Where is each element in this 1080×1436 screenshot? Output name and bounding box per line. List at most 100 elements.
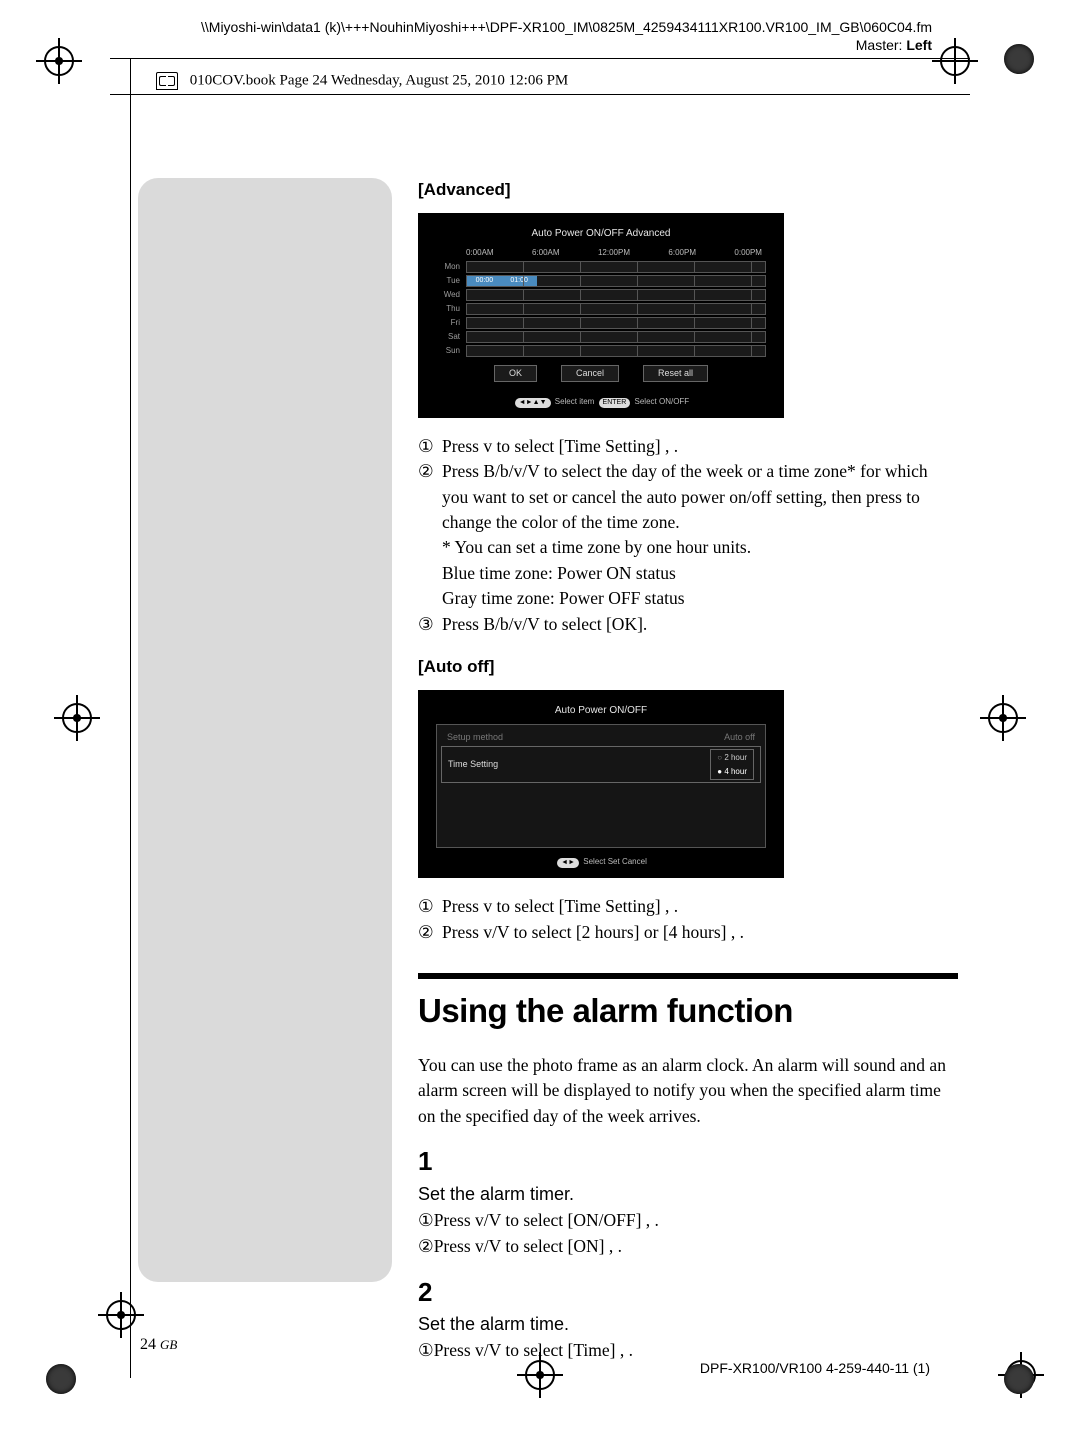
substep-text: Press v/V to select [ON/OFF] , . [434, 1210, 659, 1230]
advanced-screenshot: Auto Power ON/OFF Advanced 0:00AM 6:00AM… [418, 213, 784, 418]
row-label: Time Setting [448, 758, 498, 771]
time-label: 6:00AM [532, 247, 560, 259]
day-bar-mon [466, 261, 766, 273]
master-value: Left [906, 37, 932, 53]
step-text: Press v to select [Time Setting] , . [442, 434, 958, 459]
crop-dot-bottom-right [1004, 1364, 1034, 1394]
day-label: Fri [436, 317, 462, 329]
row-label: Setup method [447, 731, 503, 744]
crop-mark-mid-left [62, 703, 92, 733]
page-number-lang: GB [160, 1337, 177, 1352]
crop-mark-top-left [44, 46, 74, 76]
hint-text: Select ON/OFF [635, 397, 690, 406]
step-note: Gray time zone: Power OFF status [442, 586, 958, 611]
option-2hour[interactable]: 2 hour [717, 752, 747, 764]
time-label: 0:00AM [466, 247, 494, 259]
advanced-steps: ① Press v to select [Time Setting] , . ②… [418, 434, 958, 536]
book-info: 010COV.book Page 24 Wednesday, August 25… [156, 72, 568, 90]
hint-text: Select Set Cancel [583, 857, 647, 866]
day-label: Mon [436, 261, 462, 273]
day-label: Thu [436, 303, 462, 315]
day-bar-segment: 00:00 01:00 [467, 276, 537, 286]
day-label: Tue [436, 275, 462, 287]
step-big-number: 2 [418, 1274, 448, 1312]
cancel-button[interactable]: Cancel [561, 365, 619, 382]
day-label: Wed [436, 289, 462, 301]
step-head-text: Set the alarm timer. [418, 1184, 574, 1204]
file-path: \\Miyoshi-win\data1 (k)\+++NouhinMiyoshi… [201, 18, 932, 36]
advanced-ss-title: Auto Power ON/OFF Advanced [436, 227, 766, 242]
autooff-ss-title: Auto Power ON/OFF [436, 704, 766, 719]
page-number: 24 GB [140, 1336, 177, 1354]
setup-method-row: Setup method Auto off [441, 729, 761, 746]
advanced-heading: [Advanced] [418, 178, 958, 203]
autooff-screenshot: Auto Power ON/OFF Setup method Auto off … [418, 690, 784, 879]
step-text: Press B/b/v/V to select [OK]. [442, 612, 958, 637]
time-label: 12:00PM [598, 247, 630, 259]
header-rule-bottom [110, 94, 970, 95]
dpad-icon: ◄►▲▼ [515, 398, 551, 408]
crop-mark-bottom-center [525, 1360, 555, 1390]
advanced-hint: ◄►▲▼ Select item ENTER Select ON/OFF [436, 396, 766, 408]
step-note: * You can set a time zone by one hour un… [442, 535, 958, 560]
autooff-heading: [Auto off] [418, 655, 958, 680]
side-panel [138, 178, 392, 1282]
step-number: ① [418, 894, 442, 919]
advanced-time-header: 0:00AM 6:00AM 12:00PM 6:00PM 0:00PM [466, 247, 766, 259]
seg-label: 01:00 [510, 276, 528, 286]
step-text: Press v to select [Time Setting] , . [442, 894, 958, 919]
substep-text: Press v/V to select [ON] , . [434, 1236, 622, 1256]
day-bar-tue: 00:00 01:00 [466, 275, 766, 287]
step-big-number: 1 [418, 1143, 448, 1181]
step-head-text: Set the alarm time. [418, 1314, 569, 1334]
master-label: Master: [856, 37, 903, 53]
time-options: 2 hour 4 hour [710, 749, 754, 780]
time-label: 6:00PM [668, 247, 696, 259]
advanced-steps-3: ③ Press B/b/v/V to select [OK]. [418, 612, 958, 637]
main-step-1: 1 Set the alarm timer. ①Press v/V to sel… [418, 1143, 958, 1260]
day-label: Sun [436, 345, 462, 357]
time-label: 0:00PM [734, 247, 762, 259]
day-bar-wed [466, 289, 766, 301]
page-v-rule [130, 58, 131, 1378]
header-rule-top [110, 58, 970, 59]
page-number-value: 24 [140, 1336, 156, 1353]
step-number: ① [418, 434, 442, 459]
ok-button[interactable]: OK [494, 365, 537, 382]
day-bar-thu [466, 303, 766, 315]
crop-mark-mid-right [988, 703, 1018, 733]
crop-dot-bottom-left [46, 1364, 76, 1394]
row-value: Auto off [724, 731, 755, 744]
step-number: ② [418, 459, 442, 535]
book-info-text: 010COV.book Page 24 Wednesday, August 25… [190, 72, 569, 88]
main-step-2: 2 Set the alarm time. ①Press v/V to sele… [418, 1274, 958, 1364]
day-bar-sat [466, 331, 766, 343]
autooff-hint: ◄► Select Set Cancel [436, 856, 766, 868]
day-bar-sun [466, 345, 766, 357]
reset-all-button[interactable]: Reset all [643, 365, 708, 382]
step-number: ② [418, 920, 442, 945]
crop-mark-bottom-left-inner [106, 1300, 136, 1330]
hint-text: Select item [555, 397, 595, 406]
step-number: ③ [418, 612, 442, 637]
day-label: Sat [436, 331, 462, 343]
crop-dot-top-right [1004, 44, 1034, 74]
doc-id-text: DPF-XR100/VR100 4-259-440-11 (1) [700, 1360, 930, 1376]
section-title: Using the alarm function [418, 987, 958, 1035]
section-rule [418, 973, 958, 979]
seg-label: 00:00 [476, 276, 494, 286]
time-setting-row[interactable]: Time Setting 2 hour 4 hour [441, 746, 761, 783]
step-text: Press B/b/v/V to select the day of the w… [442, 459, 958, 535]
day-bar-fri [466, 317, 766, 329]
main-content: [Advanced] Auto Power ON/OFF Advanced 0:… [418, 178, 958, 1364]
option-4hour[interactable]: 4 hour [717, 766, 747, 778]
substep-text: Press v/V to select [Time] , . [434, 1340, 633, 1360]
step-text: Press v/V to select [2 hours] or [4 hour… [442, 920, 958, 945]
section-intro: You can use the photo frame as an alarm … [418, 1053, 958, 1129]
dpad-icon: ◄► [557, 858, 579, 868]
autooff-steps: ① Press v to select [Time Setting] , . ②… [418, 894, 958, 945]
step-note: Blue time zone: Power ON status [442, 561, 958, 586]
book-icon [156, 72, 178, 90]
crop-mark-top-right-inner [940, 46, 970, 76]
doc-id: DPF-XR100/VR100 4-259-440-11 (1) [700, 1360, 930, 1376]
